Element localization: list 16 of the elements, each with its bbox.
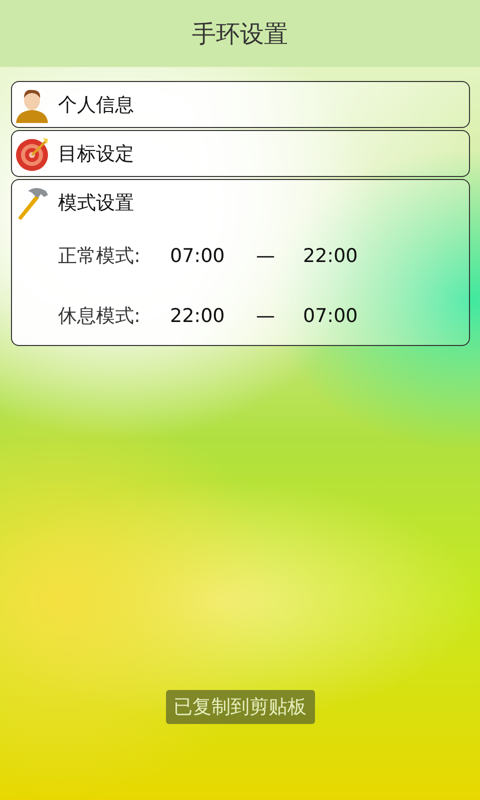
start-time[interactable]: 07:00	[170, 245, 256, 267]
section-title: 个人信息	[58, 92, 134, 118]
screen-title: 手环设置	[192, 18, 288, 50]
toast-message: 已复制到剪贴板	[166, 690, 314, 724]
target-icon	[14, 136, 50, 172]
mode-label: 休息模式:	[58, 304, 142, 329]
menu-item[interactable]: 个人信息	[11, 81, 470, 128]
mode-label: 正常模式:	[58, 244, 142, 269]
range-dash: —	[256, 305, 276, 327]
menu-item[interactable]: 目标设定	[11, 130, 470, 177]
section-title: 目标设定	[58, 142, 134, 166]
section-title: 模式设置	[58, 190, 134, 216]
end-time[interactable]: 07:00	[303, 305, 389, 327]
range-dash: —	[256, 245, 276, 267]
start-time[interactable]: 22:00	[170, 305, 256, 327]
end-time[interactable]: 22:00	[303, 245, 389, 267]
